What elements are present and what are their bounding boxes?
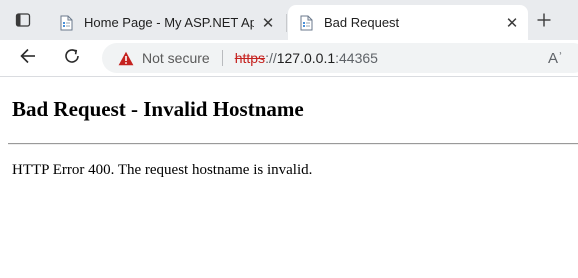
warning-icon[interactable] [118,50,134,66]
url-host: 127.0.0.1 [276,50,336,66]
tab-separator [286,14,287,32]
plus-icon [536,12,552,33]
tab-strip: Home Page - My ASP.NET Applic ✕ Bad Requ… [0,0,578,42]
security-label[interactable]: Not secure [142,50,210,66]
url-separator: :// [265,50,277,66]
tab-close-button[interactable]: ✕ [258,13,278,33]
url-scheme: https [234,50,266,66]
tab-title: Home Page - My ASP.NET Applic [84,15,254,30]
tab-close-button[interactable]: ✕ [502,13,522,33]
page-content: Bad Request - Invalid Hostname HTTP Erro… [0,77,578,278]
page-title: Bad Request - Invalid Hostname [12,97,304,121]
tab-actions-button[interactable] [8,8,38,36]
back-button[interactable] [14,44,42,72]
tab-actions-icon [15,12,31,33]
error-message: HTTP Error 400. The request hostname is … [12,162,313,178]
url-port: :44365 [335,50,378,66]
browser-toolbar: Not secure https://127.0.0.1:44365 Aʾ [0,40,578,76]
refresh-icon [63,47,81,70]
horizontal-rule [8,143,578,145]
page-icon [58,15,74,31]
address-bar[interactable]: Not secure https://127.0.0.1:44365 [102,43,578,73]
address-separator [221,50,223,66]
read-aloud-icon[interactable]: Aʾ [548,50,563,67]
refresh-button[interactable] [58,44,86,72]
page-icon [298,15,314,31]
new-tab-button[interactable] [532,10,556,34]
tab-bad-request[interactable]: Bad Request ✕ [288,5,528,40]
tab-title: Bad Request [324,15,400,30]
tab-home-page[interactable]: Home Page - My ASP.NET Applic ✕ [48,5,284,40]
arrow-left-icon [19,47,37,70]
url-text[interactable]: https://127.0.0.1:44365 [235,50,378,66]
